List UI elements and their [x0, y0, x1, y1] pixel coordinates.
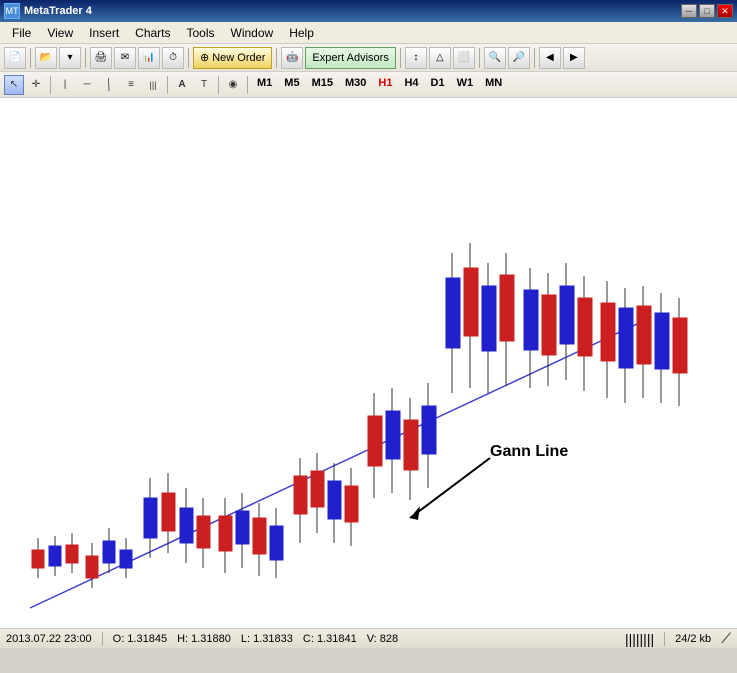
separator: [85, 48, 86, 68]
expert-label: Expert Advisors: [312, 52, 388, 64]
status-high: H: 1.31880: [177, 633, 231, 645]
menu-insert[interactable]: Insert: [81, 24, 127, 42]
menu-view[interactable]: View: [39, 24, 81, 42]
status-size: 24/2 kb: [675, 633, 711, 645]
timeframe-m5[interactable]: M5: [279, 76, 304, 94]
separator: [218, 76, 219, 94]
close-button[interactable]: ✕: [717, 4, 733, 18]
crosshair-tool[interactable]: ✛: [26, 75, 46, 95]
menu-bar: File View Insert Charts Tools Window Hel…: [0, 22, 737, 44]
separator: [50, 76, 51, 94]
color-picker[interactable]: ◉: [223, 75, 243, 95]
status-low: L: 1.31833: [241, 633, 293, 645]
robot-icon: 🤖: [281, 47, 303, 69]
trendline-tool[interactable]: ╱: [95, 71, 122, 98]
toolbar-main: 📄 📂 ▾ 🖨 ✉ 📊 ⏱ ⊕ New Order 🤖 Expert Advis…: [0, 44, 737, 72]
chart-area[interactable]: Gann Line: [0, 98, 737, 628]
templates-button[interactable]: ⬜: [453, 47, 475, 69]
gann-line-label: Gann Line: [490, 443, 568, 461]
separator: [479, 48, 480, 68]
label-tool[interactable]: T: [194, 75, 214, 95]
timeframe-d1[interactable]: D1: [426, 76, 450, 94]
toolbar-drawing: ↖ ✛ | ─ ╱ ≡ ||| A T ◉ M1 M5 M15 M30 H1 H…: [0, 72, 737, 98]
separator: [534, 48, 535, 68]
separator: [276, 48, 277, 68]
timeframe-h1[interactable]: H1: [373, 76, 397, 94]
separator: [102, 632, 103, 646]
timeframe-m1[interactable]: M1: [252, 76, 277, 94]
separator: [400, 48, 401, 68]
separator: [188, 48, 189, 68]
new-order-label: New Order: [212, 52, 265, 64]
indicators-button[interactable]: ↕: [405, 47, 427, 69]
menu-help[interactable]: Help: [281, 24, 322, 42]
menu-charts[interactable]: Charts: [127, 24, 178, 42]
report-button[interactable]: 📊: [138, 47, 160, 69]
menu-file[interactable]: File: [4, 24, 39, 42]
status-close: C: 1.31841: [303, 633, 357, 645]
scroll-right-button[interactable]: ▶: [563, 47, 585, 69]
zoom-out-button[interactable]: 🔎: [508, 47, 530, 69]
new-order-button[interactable]: ⊕ New Order: [193, 47, 272, 69]
separator: [664, 632, 665, 646]
fib-tool[interactable]: |||: [143, 75, 163, 95]
save-button[interactable]: ▾: [59, 47, 81, 69]
timeframe-h4[interactable]: H4: [399, 76, 423, 94]
new-chart-button[interactable]: 📄: [4, 47, 26, 69]
menu-tools[interactable]: Tools: [179, 24, 223, 42]
print-button[interactable]: 🖨: [90, 47, 112, 69]
maximize-button[interactable]: □: [699, 4, 715, 18]
vline-tool[interactable]: |: [55, 75, 75, 95]
channel-tool[interactable]: ≡: [121, 75, 141, 95]
history-button[interactable]: ⏱: [162, 47, 184, 69]
diagonal-icon: ⟋: [721, 630, 731, 647]
timeframe-m30[interactable]: M30: [340, 76, 371, 94]
status-volume: V: 828: [367, 633, 398, 645]
email-button[interactable]: ✉: [114, 47, 136, 69]
separator: [30, 48, 31, 68]
minimize-button[interactable]: ─: [681, 4, 697, 18]
title-bar: MT MetaTrader 4 ─ □ ✕: [0, 0, 737, 22]
separator: [167, 76, 168, 94]
timeframe-mn[interactable]: MN: [480, 76, 507, 94]
status-open: O: 1.31845: [113, 633, 167, 645]
expert-advisors-button[interactable]: Expert Advisors: [305, 47, 395, 69]
objects-button[interactable]: △: [429, 47, 451, 69]
hline-tool[interactable]: ─: [77, 75, 97, 95]
arrow-tool[interactable]: ↖: [4, 75, 24, 95]
open-button[interactable]: 📂: [35, 47, 57, 69]
title-bar-text: MetaTrader 4: [24, 5, 92, 17]
text-tool[interactable]: A: [172, 75, 192, 95]
title-bar-buttons: ─ □ ✕: [681, 4, 733, 18]
app-icon: MT: [4, 3, 20, 19]
volume-bars-icon: ||||||||: [625, 631, 654, 647]
zoom-in-button[interactable]: 🔍: [484, 47, 506, 69]
timeframe-m15[interactable]: M15: [307, 76, 338, 94]
menu-window[interactable]: Window: [223, 24, 282, 42]
chart-svg: [0, 98, 737, 628]
new-order-icon: ⊕: [200, 51, 209, 64]
status-bar: 2013.07.22 23:00 O: 1.31845 H: 1.31880 L…: [0, 628, 737, 648]
status-datetime: 2013.07.22 23:00: [6, 633, 92, 645]
separator: [247, 76, 248, 94]
timeframe-w1[interactable]: W1: [452, 76, 479, 94]
scroll-left-button[interactable]: ◀: [539, 47, 561, 69]
